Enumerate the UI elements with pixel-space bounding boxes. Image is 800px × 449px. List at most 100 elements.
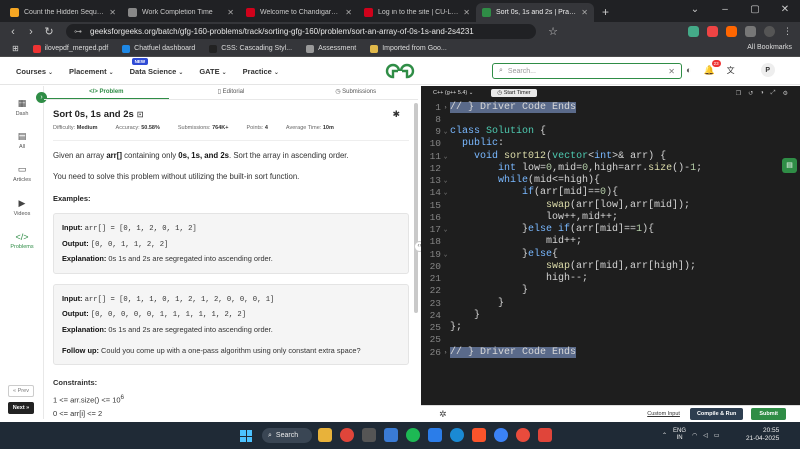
back-icon[interactable]: ‹ <box>4 26 22 38</box>
code-editor[interactable]: 1 ›// } Driver Code Ends 8 9 ⌄ class Soluti… <box>421 100 800 405</box>
app-icon[interactable] <box>494 428 508 442</box>
site-info-icon[interactable]: ⊶ <box>74 27 82 36</box>
nav-gate[interactable]: GATE ⌄ <box>199 67 226 76</box>
bookmark-icon[interactable]: ⊡ <box>137 110 144 119</box>
terminal-icon[interactable] <box>362 428 376 442</box>
store-icon[interactable] <box>384 428 398 442</box>
browser-tab[interactable]: Sort 0s, 1s and 2s | Practice | Geeksfor… <box>476 3 594 22</box>
volume-icon[interactable]: ◁ <box>703 432 708 439</box>
bookmark-item[interactable]: Assessment <box>306 44 356 53</box>
bookmark-item[interactable]: Chatfuel dashboard <box>122 44 195 53</box>
tab-submissions[interactable]: ◷ Submissions <box>293 86 418 99</box>
custom-input-link[interactable]: Custom Input <box>647 411 680 417</box>
bookmark-item[interactable]: ilovepdf_merged.pdf <box>32 44 109 53</box>
close-window-button[interactable]: ✕ <box>770 0 800 22</box>
prev-problem-button[interactable]: « Prev <box>8 385 34 397</box>
fullscreen-icon[interactable]: ⤢ <box>771 90 776 97</box>
nav-data-science[interactable]: NEW Data Science ⌄ <box>130 57 183 76</box>
brave-extension-icon[interactable] <box>726 26 737 37</box>
avatar[interactable]: P <box>760 63 775 77</box>
sidebar-item-videos[interactable]: ▶ Videos <box>0 198 44 217</box>
star-icon[interactable]: ☆ <box>544 25 562 38</box>
gfg-logo[interactable] <box>385 63 415 79</box>
nav-practice[interactable]: Practice ⌄ <box>243 67 279 76</box>
spotify-icon[interactable] <box>406 428 420 442</box>
gfg-search-input[interactable]: ⌕ Search... ✕ <box>492 63 682 79</box>
sidebar-item-all[interactable]: ▤ All <box>0 131 44 150</box>
maximize-button[interactable]: ▢ <box>740 0 770 22</box>
bookmark-item[interactable]: CSS: Cascading Styl... <box>209 44 292 53</box>
bookmark-favicon-icon <box>306 44 315 53</box>
chrome-icon[interactable] <box>340 428 354 442</box>
brave-icon[interactable] <box>472 428 486 442</box>
wifi-icon[interactable]: ◠ <box>692 432 697 439</box>
nav-courses[interactable]: Courses ⌄ <box>16 67 53 76</box>
windows-start-icon[interactable] <box>240 430 252 442</box>
problem-scrollbar[interactable] <box>414 103 418 313</box>
extension-icon[interactable] <box>688 26 699 37</box>
language-select[interactable]: C++ (g++ 5.4) ⌄ <box>433 90 473 96</box>
copy-icon[interactable]: ❐ <box>736 90 741 97</box>
reload-icon[interactable]: ↻ <box>40 25 58 38</box>
extension-icon[interactable] <box>707 26 718 37</box>
chat-icon[interactable]: ▤ <box>782 158 797 173</box>
vscode-icon[interactable] <box>428 428 442 442</box>
bookmark-label: ilovepdf_merged.pdf <box>44 45 109 52</box>
menu-icon[interactable]: ⋮ <box>783 26 792 37</box>
browser-tab[interactable]: Work Completion Time ✕ <box>122 3 240 22</box>
apps-icon[interactable]: ⊞ <box>12 44 19 53</box>
puzzle-icon[interactable] <box>745 26 756 37</box>
profile-icon[interactable] <box>764 26 775 37</box>
taskbar-clock[interactable]: 20:55 21-04-2025 <box>746 427 779 443</box>
code-icon: </> <box>15 232 29 242</box>
minimize-button[interactable]: – <box>710 0 740 22</box>
editor-icons: ❐ ↺ ◑ ⤢ ⚙ <box>736 90 800 97</box>
taskbar-search[interactable]: ⌕ Search <box>262 428 312 443</box>
settings-icon[interactable]: ✲ <box>439 409 447 420</box>
translate-icon[interactable]: 文 <box>727 65 735 76</box>
bookmark-item[interactable]: Imported from Goo... <box>370 44 447 53</box>
app-icon[interactable] <box>516 428 530 442</box>
forward-icon[interactable]: › <box>22 26 40 38</box>
chevron-up-icon[interactable]: ⌃ <box>662 432 667 439</box>
code-line: 18 mid++; <box>429 236 583 248</box>
clear-search-icon[interactable]: ✕ <box>668 67 675 76</box>
tab-editorial[interactable]: ▯ Editorial <box>169 86 294 99</box>
problem-meta: Difficulty: Medium Accuracy: 50.58% Subm… <box>53 125 409 141</box>
nav-placement[interactable]: Placement ⌄ <box>69 67 114 76</box>
submit-button[interactable]: Submit <box>751 408 786 420</box>
new-tab-button[interactable]: + <box>594 5 617 22</box>
file-explorer-icon[interactable] <box>318 428 332 442</box>
favicon-icon <box>246 8 255 17</box>
tab-search-icon[interactable]: ⌄ <box>680 0 710 22</box>
browser-tab[interactable]: Count the Hidden Sequences - Leetcode ✕ <box>4 3 122 22</box>
close-tab-icon[interactable]: ✕ <box>345 8 352 17</box>
tab-problem[interactable]: </> Problem <box>44 86 169 99</box>
close-tab-icon[interactable]: ✕ <box>109 8 116 17</box>
close-tab-icon[interactable]: ✕ <box>463 8 470 17</box>
chrome-active-icon[interactable] <box>538 428 552 442</box>
next-problem-button[interactable]: Next » <box>8 402 34 414</box>
code-line: 1 ›// } Driver Code Ends <box>435 101 577 113</box>
sidebar-item-problems[interactable]: </> Problems <box>0 232 44 250</box>
sidebar-item-articles[interactable]: ▭ Articles <box>0 164 44 183</box>
settings-icon[interactable]: ⚙ <box>783 90 788 97</box>
notification-bell-icon[interactable]: 🔔 23 <box>703 59 721 76</box>
dark-mode-icon[interactable]: ◐ <box>686 65 691 75</box>
url-field[interactable]: ⊶ geeksforgeeks.org/batch/gfg-160-proble… <box>66 24 536 39</box>
theme-icon[interactable]: ◑ <box>760 90 764 97</box>
browser-tab[interactable]: Welcome to Chandigarh University ✕ <box>240 3 358 22</box>
start-timer-button[interactable]: ◷ Start Timer <box>491 89 537 97</box>
language-indicator[interactable]: ENG IN <box>673 428 686 442</box>
close-tab-icon[interactable]: ✕ <box>227 8 234 17</box>
edge-icon[interactable] <box>450 428 464 442</box>
report-bug-icon[interactable]: ✱ <box>392 109 400 120</box>
compile-run-button[interactable]: Compile & Run <box>689 408 744 420</box>
all-bookmarks[interactable]: All Bookmarks <box>743 44 792 51</box>
battery-icon[interactable]: ▭ <box>714 432 720 439</box>
browser-tab[interactable]: Log in to the site | CU-LMS ✕ <box>358 3 476 22</box>
reset-icon[interactable]: ↺ <box>748 90 753 97</box>
code-line: 16 low++,mid++; <box>429 211 619 223</box>
close-tab-icon[interactable]: ✕ <box>581 8 588 17</box>
code-line: 20 swap(arr[mid],arr[high]); <box>429 260 697 272</box>
